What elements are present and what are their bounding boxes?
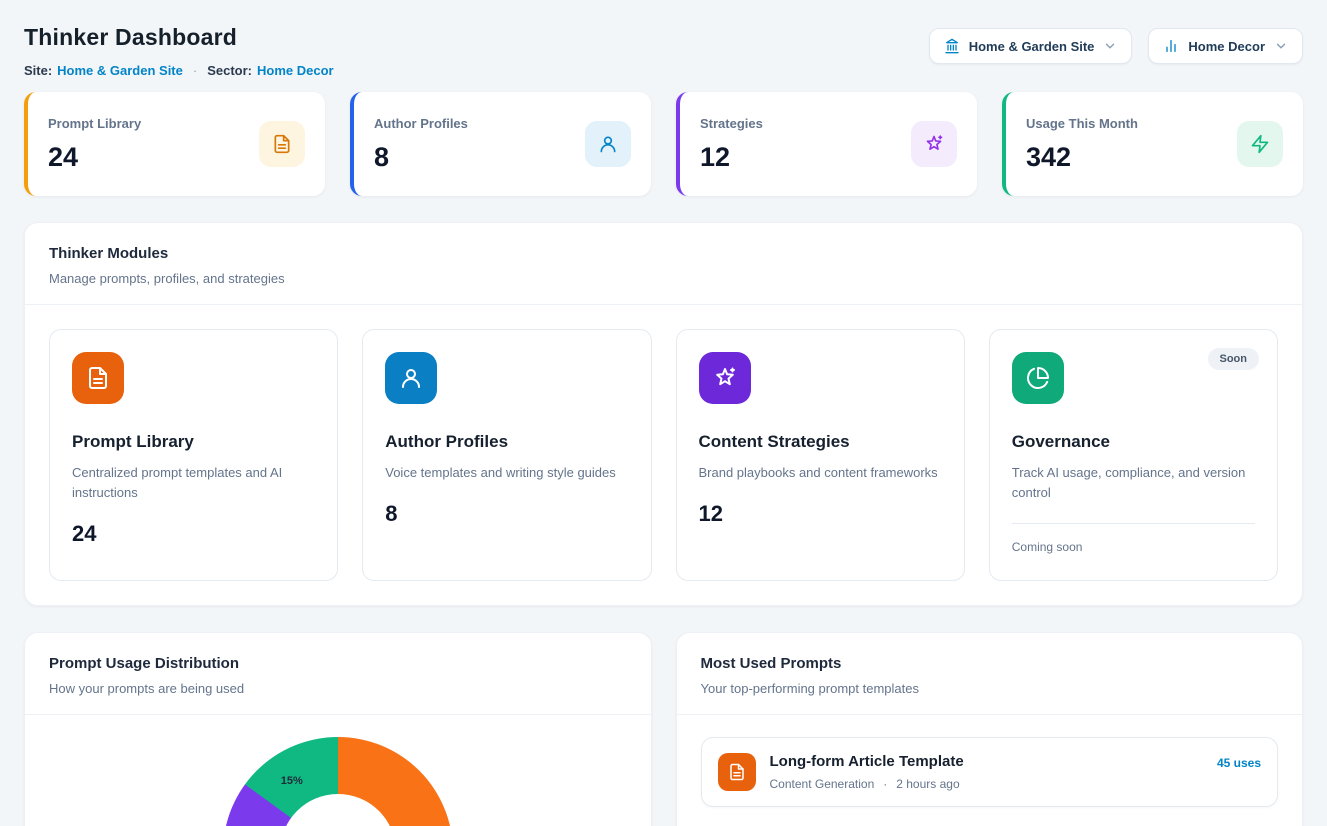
- most-used-subtitle: Your top-performing prompt templates: [701, 681, 1279, 696]
- sector-selector-label: Home Decor: [1188, 39, 1265, 54]
- module-count: 24: [72, 521, 315, 547]
- module-description: Brand playbooks and content frameworks: [699, 463, 942, 483]
- module-description: Track AI usage, compliance, and version …: [1012, 463, 1255, 503]
- stats-row: Prompt Library 24 Author Profiles 8 Stra…: [24, 92, 1303, 196]
- page-title: Thinker Dashboard: [24, 24, 334, 51]
- stat-value: 24: [48, 142, 141, 173]
- chevron-down-icon: [1274, 39, 1288, 53]
- prompt-meta: Content Generation · 2 hours ago: [770, 777, 1203, 791]
- modules-grid: Prompt Library Centralized prompt templa…: [25, 305, 1302, 605]
- separator-dot: ·: [883, 777, 887, 791]
- modules-header: Thinker Modules Manage prompts, profiles…: [25, 223, 1302, 304]
- file-text-icon: [718, 753, 756, 791]
- stat-info: Author Profiles 8: [374, 116, 468, 173]
- module-card-author-profiles[interactable]: Author Profiles Voice templates and writ…: [362, 329, 651, 581]
- chart-area: 15%: [25, 715, 651, 826]
- donut-segment-label: 15%: [281, 775, 303, 787]
- site-selector-dropdown[interactable]: Home & Garden Site: [929, 28, 1133, 64]
- usage-distribution-panel: Prompt Usage Distribution How your promp…: [24, 632, 652, 826]
- sparkles-icon: [911, 121, 957, 167]
- thinker-modules-section: Thinker Modules Manage prompts, profiles…: [24, 222, 1303, 606]
- stat-value: 12: [700, 142, 763, 173]
- stat-label: Prompt Library: [48, 116, 141, 131]
- stat-card-strategies: Strategies 12: [676, 92, 977, 196]
- separator-dot: ·: [193, 63, 197, 78]
- most-used-prompts-panel: Most Used Prompts Your top-performing pr…: [676, 632, 1304, 826]
- module-description: Voice templates and writing style guides: [385, 463, 628, 483]
- module-title: Prompt Library: [72, 432, 315, 452]
- sector-label: Sector:: [207, 63, 252, 78]
- usage-subtitle: How your prompts are being used: [49, 681, 627, 696]
- pie-chart-icon: [1012, 352, 1064, 404]
- site-link[interactable]: Home & Garden Site: [57, 63, 183, 78]
- user-icon: [385, 352, 437, 404]
- module-count: 8: [385, 501, 628, 527]
- user-icon: [585, 121, 631, 167]
- modules-subtitle: Manage prompts, profiles, and strategies: [49, 271, 1278, 286]
- file-text-icon: [259, 121, 305, 167]
- stat-card-author-profiles: Author Profiles 8: [350, 92, 651, 196]
- file-text-icon: [72, 352, 124, 404]
- usage-title: Prompt Usage Distribution: [49, 655, 627, 672]
- stat-info: Usage This Month 342: [1026, 116, 1138, 173]
- module-title: Content Strategies: [699, 432, 942, 452]
- stat-label: Author Profiles: [374, 116, 468, 131]
- stat-label: Usage This Month: [1026, 116, 1138, 131]
- list-item[interactable]: Long-form Article Template Content Gener…: [701, 737, 1279, 807]
- breadcrumb: Site: Home & Garden Site · Sector: Home …: [24, 63, 334, 78]
- sector-link[interactable]: Home Decor: [257, 63, 334, 78]
- stat-value: 342: [1026, 142, 1138, 173]
- modules-title: Thinker Modules: [49, 245, 1278, 262]
- chevron-down-icon: [1103, 39, 1117, 53]
- sparkles-icon: [699, 352, 751, 404]
- site-label: Site:: [24, 63, 52, 78]
- prompt-list: Long-form Article Template Content Gener…: [677, 715, 1303, 826]
- bar-chart-icon: [1163, 38, 1179, 54]
- module-card-content-strategies[interactable]: Content Strategies Brand playbooks and c…: [676, 329, 965, 581]
- bottom-row: Prompt Usage Distribution How your promp…: [24, 632, 1303, 826]
- module-title: Governance: [1012, 432, 1255, 452]
- dashboard-page: Thinker Dashboard Site: Home & Garden Si…: [0, 0, 1327, 826]
- soon-badge: Soon: [1208, 348, 1260, 370]
- zap-icon: [1237, 121, 1283, 167]
- divider: [1012, 523, 1255, 524]
- landmark-icon: [944, 38, 960, 54]
- stat-card-prompt-library: Prompt Library 24: [24, 92, 325, 196]
- site-selector-label: Home & Garden Site: [969, 39, 1095, 54]
- header: Thinker Dashboard Site: Home & Garden Si…: [24, 16, 1303, 78]
- prompt-title: Long-form Article Template: [770, 753, 1203, 770]
- donut-chart[interactable]: 15%: [223, 737, 453, 826]
- most-used-title: Most Used Prompts: [701, 655, 1279, 672]
- header-selectors: Home & Garden Site Home Decor: [929, 28, 1303, 64]
- coming-soon-label: Coming soon: [1012, 540, 1255, 554]
- uses-badge: 45 uses: [1217, 756, 1261, 770]
- prompt-time: 2 hours ago: [896, 777, 959, 791]
- module-card-governance[interactable]: Soon Governance Track AI usage, complian…: [989, 329, 1278, 581]
- stat-label: Strategies: [700, 116, 763, 131]
- stat-info: Strategies 12: [700, 116, 763, 173]
- most-used-header: Most Used Prompts Your top-performing pr…: [677, 633, 1303, 714]
- module-title: Author Profiles: [385, 432, 628, 452]
- module-description: Centralized prompt templates and AI inst…: [72, 463, 315, 503]
- usage-header: Prompt Usage Distribution How your promp…: [25, 633, 651, 714]
- stat-info: Prompt Library 24: [48, 116, 141, 173]
- sector-selector-dropdown[interactable]: Home Decor: [1148, 28, 1303, 64]
- module-count: 12: [699, 501, 942, 527]
- donut-hole: [280, 794, 396, 826]
- header-left: Thinker Dashboard Site: Home & Garden Si…: [24, 16, 334, 78]
- prompt-category: Content Generation: [770, 777, 875, 791]
- stat-value: 8: [374, 142, 468, 173]
- module-card-prompt-library[interactable]: Prompt Library Centralized prompt templa…: [49, 329, 338, 581]
- prompt-text: Long-form Article Template Content Gener…: [770, 753, 1203, 791]
- stat-card-usage: Usage This Month 342: [1002, 92, 1303, 196]
